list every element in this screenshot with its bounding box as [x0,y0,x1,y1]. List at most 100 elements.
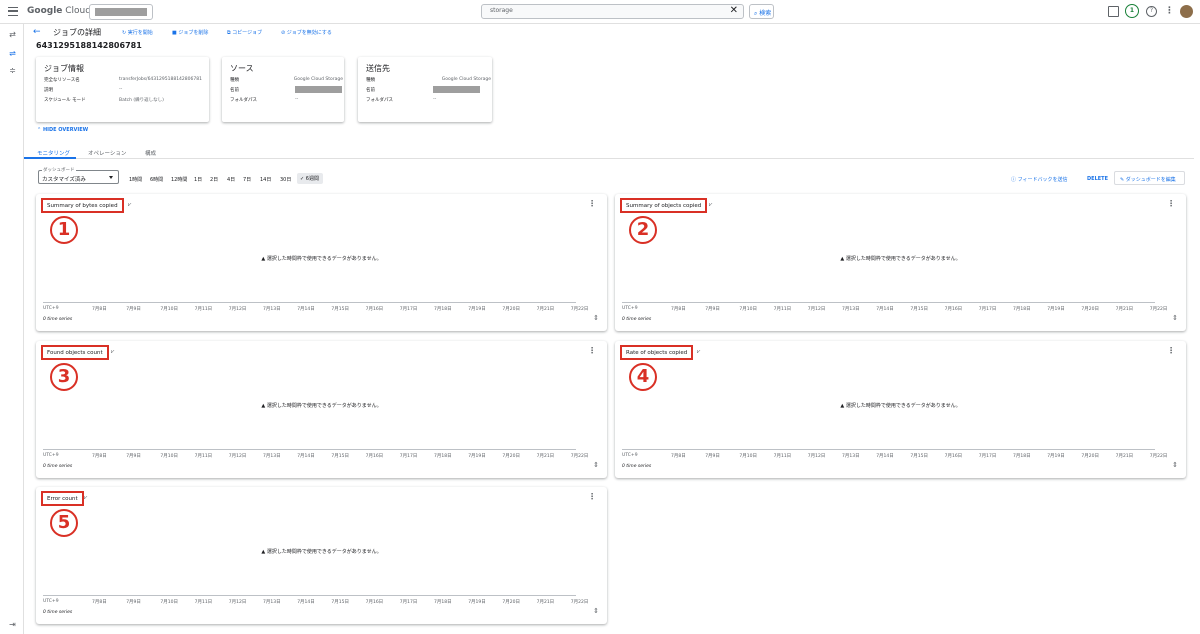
no-data-message: ▲ 選択した時間枠で使用できるデータがありません。 [615,255,1186,262]
time-range-2d[interactable]: 2日 [210,176,218,183]
x-tick-label: 7月13日 [263,600,281,605]
help-icon[interactable]: ? [1146,6,1157,17]
time-range-30d[interactable]: 30日 [280,176,291,183]
sort-icon[interactable]: ⇕ [1172,461,1178,469]
dashboard-select-value: カスタマイズ済み [42,177,86,183]
warning-icon: ▲ [261,403,266,409]
x-tick-label: 7月17日 [399,600,418,605]
feedback-link[interactable]: ⓘ フィードバックを送信 [1011,176,1068,183]
panel-menu-icon[interactable]: ⋮ [1167,199,1175,208]
card-title: ソース [230,64,254,73]
avatar[interactable] [1180,5,1193,18]
legend-toggle-icon[interactable]: ⩗ [697,348,700,356]
time-range-14d[interactable]: 14日 [260,176,271,183]
legend-toggle-icon[interactable]: ⩗ [709,201,712,209]
panel-title[interactable]: Summary of bytes copied [41,198,124,213]
annotation-number: 3 [50,363,78,391]
panel-title[interactable]: Found objects count [41,345,109,360]
kv-value: -- [433,97,437,102]
x-tick-label: 7月8日 [671,307,686,312]
kv-value: Google Cloud Storage [293,77,343,82]
panel-menu-icon[interactable]: ⋮ [588,346,596,355]
disable-job-label: ジョブを無効にする [286,30,332,36]
x-tick-label: 7月15日 [910,307,928,312]
no-data-text: 選択した時間枠で使用できるデータがありません。 [845,256,961,262]
more-options-icon[interactable]: ⋮ [1165,6,1176,17]
time-range-6h[interactable]: 6時間 [150,176,163,183]
kv-key: 種類 [366,78,375,83]
hide-overview-link[interactable]: ⌃ HIDE OVERVIEW [37,127,88,133]
transfer-jobs-nav-icon[interactable]: ⇌ [7,49,18,58]
chart-panel-found-objects: Found objects count ⩗ ⋮ 3 ▲ 選択した時間枠で使用できるデータ… [36,341,607,478]
time-range-4d[interactable]: 4日 [227,176,235,183]
back-arrow-icon[interactable]: ← [33,27,41,37]
expand-sidebar-icon[interactable]: ⇥ [7,620,18,629]
disable-job-button[interactable]: ⊘ ジョブを無効にする [281,29,332,36]
time-range-12h[interactable]: 12時間 [171,176,187,183]
panel-title[interactable]: Rate of objects copied [620,345,694,360]
x-tick-label: 7月22日 [570,307,589,312]
sort-icon[interactable]: ⇕ [1172,314,1178,322]
delete-dashboard-button[interactable]: DELETE [1087,176,1108,182]
start-run-button[interactable]: ↻ 実行を開始 [122,29,153,36]
notification-badge[interactable]: 1 [1125,4,1139,18]
time-range-6w[interactable]: ✓ 6週間 [297,173,323,184]
edit-dashboard-button[interactable]: ✎ ダッシュボードを編集 [1114,171,1185,185]
panel-title[interactable]: Error count [41,491,84,506]
time-range-7d[interactable]: 7日 [243,176,251,183]
redacted-bucket-name [433,86,480,93]
no-data-message: ▲ 選択した時間枠で使用できるデータがありません。 [36,548,607,555]
no-data-text: 選択した時間枠で使用できるデータがありません。 [266,256,382,262]
cloud-shell-icon[interactable] [1108,6,1119,17]
tab-monitoring[interactable]: モニタリング [37,149,70,157]
copy-job-button[interactable]: ⧉ コピージョブ [227,29,262,36]
time-range-1d[interactable]: 1日 [194,176,202,183]
time-range-1h[interactable]: 1時間 [129,176,142,183]
legend-toggle-icon[interactable]: ⩗ [128,201,131,209]
x-tick-label: 7月9日 [126,454,141,459]
x-tick-label: 7月20日 [1081,454,1099,459]
panel-menu-icon[interactable]: ⋮ [1167,346,1175,355]
sort-icon[interactable]: ⇕ [593,314,599,322]
google-cloud-logo[interactable]: Google Cloud [27,6,91,16]
sort-icon[interactable]: ⇕ [593,607,599,615]
legend-toggle-icon[interactable]: ⩗ [84,494,87,502]
kv-value: Batch (繰り返しなし) [119,98,164,103]
search-button[interactable]: ⌕ 検索 [749,4,774,19]
tab-configuration[interactable]: 構成 [145,149,156,157]
chart-panel-rate-objects: Rate of objects copied ⩗ ⋮ 4 ▲ 選択した時間枠で使用できる… [615,341,1186,478]
project-selector[interactable] [89,4,153,20]
search-input[interactable]: storage ✕ [481,4,744,19]
transfer-nav-icon[interactable]: ⇄ [7,30,18,39]
x-tick-label: 7月19日 [468,307,486,312]
x-tick-label: 7月22日 [1149,454,1168,459]
clear-search-icon[interactable]: ✕ [730,5,738,16]
no-data-message: ▲ 選択した時間枠で使用できるデータがありません。 [615,402,1186,409]
sort-icon[interactable]: ⇕ [593,461,599,469]
x-tick-label: 7月9日 [126,600,141,605]
annotation-number: 5 [50,509,78,537]
x-tick-label: 7月17日 [978,307,997,312]
x-tick-label: 7月17日 [399,454,418,459]
x-tick-label: 7月13日 [263,454,281,459]
x-tick-label: 7月19日 [468,600,486,605]
agent-pools-nav-icon[interactable]: ≑ [7,66,18,75]
panel-menu-icon[interactable]: ⋮ [588,492,596,501]
x-tick-label: 7月9日 [705,307,720,312]
x-tick-label: 7月8日 [92,307,107,312]
legend-toggle-icon[interactable]: ⩗ [111,348,114,356]
tab-operations[interactable]: オペレーション [88,149,126,157]
panel-title[interactable]: Summary of objects copied [620,198,708,213]
delete-job-button[interactable]: ■ ジョブを削除 [172,29,208,36]
annotation-number: 2 [629,216,657,244]
edit-dashboard-label: ダッシュボードを編集 [1125,177,1176,183]
dashboard-select[interactable]: ダッシュボード カスタマイズ済み [38,167,119,184]
x-tick-label: 7月16日 [365,600,384,605]
x-tick-label: 7月9日 [705,454,720,459]
chart-panel-bytes-copied: Summary of bytes copied ⩗ ⋮ 1 ▲ 選択した時間枠で使用でき… [36,194,607,331]
panel-menu-icon[interactable]: ⋮ [588,199,596,208]
destination-card: 送信先 種類 Google Cloud Storage 名前 フォルダパス -- [358,57,492,122]
x-tick-label: 7月11日 [194,600,213,605]
warning-icon: ▲ [840,403,845,409]
hamburger-menu-icon[interactable] [8,7,18,16]
